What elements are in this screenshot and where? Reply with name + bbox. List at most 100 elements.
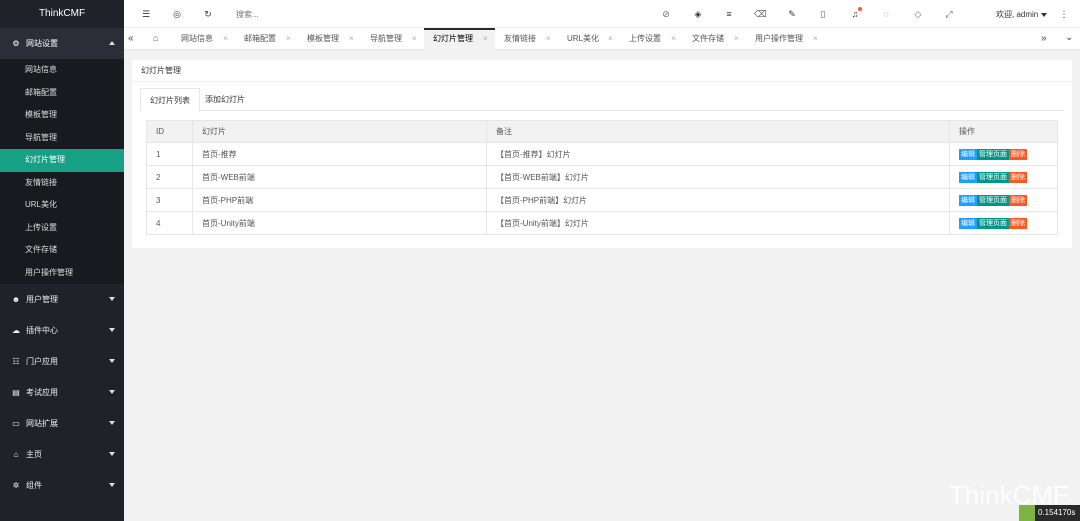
table-row: 4 首页-Unity前端 【首页-Unity前端】幻灯片 编辑 管理页面 删除 xyxy=(146,211,1058,235)
sidebar-item-nav[interactable]: 导航管理 xyxy=(0,127,124,150)
refresh-icon[interactable]: ↻ xyxy=(202,8,214,20)
desktop-icon: ▭ xyxy=(12,419,20,428)
tab-storage[interactable]: 文件存储 × xyxy=(683,28,746,50)
edit-button[interactable]: 编辑 xyxy=(959,171,977,183)
slides-table: ID 幻灯片 备注 操作 1 首页-推荐 【首页-推荐】幻灯片 编辑 管理页面 删除… xyxy=(146,120,1058,235)
sidebar-item-mail-config[interactable]: 邮箱配置 xyxy=(0,82,124,105)
tab-label: 用户操作管理 xyxy=(755,34,803,43)
list-icon[interactable]: ≡ xyxy=(723,8,735,20)
table-row: 1 首页-推荐 【首页-推荐】幻灯片 编辑 管理页面 删除 xyxy=(146,142,1058,166)
close-icon[interactable]: × xyxy=(483,28,488,50)
close-icon[interactable]: × xyxy=(734,28,739,50)
clear-cache-icon[interactable]: ⊘ xyxy=(660,8,672,20)
more-icon[interactable]: ⋮ xyxy=(1058,8,1070,20)
tab-url[interactable]: URL美化 × xyxy=(558,28,620,50)
column-header: ID xyxy=(146,120,193,143)
tab-label: 导航管理 xyxy=(370,34,402,43)
trash-icon[interactable]: ⌫ xyxy=(754,8,767,20)
tab-user-actions[interactable]: 用户操作管理 × xyxy=(746,28,824,50)
tab-label: 邮箱配置 xyxy=(244,34,276,43)
chevron-down-icon[interactable]: ⌄ xyxy=(1065,32,1073,43)
close-icon[interactable]: × xyxy=(671,28,676,50)
double-chevron-left-icon[interactable]: « xyxy=(128,33,134,44)
debug-timer[interactable]: 0.154170s xyxy=(1019,505,1080,521)
close-icon[interactable]: × xyxy=(349,28,354,50)
chevron-down-icon xyxy=(1041,12,1048,17)
cell-actions: 编辑 管理页面 删除 xyxy=(949,211,1058,235)
sidebar-group-components[interactable]: ✲ 组件 xyxy=(0,470,124,501)
chat-icon[interactable]: ◌ xyxy=(880,8,892,20)
pencil-icon[interactable]: ✎ xyxy=(786,8,798,20)
tab-site-info[interactable]: 网站信息 × xyxy=(172,28,235,50)
tab-slides[interactable]: 幻灯片管理 × xyxy=(424,28,495,50)
bell-icon[interactable]: ♫ xyxy=(849,7,862,20)
close-icon[interactable]: × xyxy=(223,28,228,50)
cell-id: 2 xyxy=(146,165,193,189)
column-header: 幻灯片 xyxy=(192,120,487,143)
sidebar-item-user-actions[interactable]: 用户操作管理 xyxy=(0,262,124,285)
sidebar-group-extensions[interactable]: ▭ 网站扩展 xyxy=(0,408,124,439)
close-icon[interactable]: × xyxy=(608,28,613,50)
search-input[interactable] xyxy=(236,7,396,21)
sidebar-item-template[interactable]: 模板管理 xyxy=(0,104,124,127)
cell-id: 3 xyxy=(146,188,193,212)
edit-button[interactable]: 编辑 xyxy=(959,148,977,160)
sidebar-item-url[interactable]: URL美化 xyxy=(0,194,124,217)
sidebar-group-site-settings[interactable]: ⚙ 网站设置 xyxy=(0,28,124,59)
close-icon[interactable]: × xyxy=(286,28,291,50)
sidebar-group-plugins[interactable]: ☁ 插件中心 xyxy=(0,315,124,346)
sidebar-item-upload[interactable]: 上传设置 xyxy=(0,217,124,240)
chevron-down-icon xyxy=(109,390,115,394)
delete-button[interactable]: 删除 xyxy=(1009,148,1027,160)
tab-upload[interactable]: 上传设置 × xyxy=(620,28,683,50)
sidebar-group-home[interactable]: ⌂ 主页 xyxy=(0,439,124,470)
tab-slide-list[interactable]: 幻灯片列表 xyxy=(140,88,200,112)
sidebar-item-slides[interactable]: 幻灯片管理 xyxy=(0,149,124,172)
brand-logo[interactable]: ThinkCMF xyxy=(0,0,124,28)
manage-page-button[interactable]: 管理页面 xyxy=(977,217,1009,229)
close-icon[interactable]: × xyxy=(546,28,551,50)
tab-label: 网站信息 xyxy=(181,34,213,43)
edit-button[interactable]: 编辑 xyxy=(959,217,977,229)
table-row: 3 首页-PHP前端 【首页-PHP前端】幻灯片 编辑 管理页面 删除 xyxy=(146,188,1058,212)
sidebar-group-label: 网站设置 xyxy=(26,39,58,48)
tab-add-slide[interactable]: 添加幻灯片 xyxy=(196,88,254,111)
close-icon[interactable]: × xyxy=(813,28,818,50)
tab-label: 上传设置 xyxy=(629,34,661,43)
manage-page-button[interactable]: 管理页面 xyxy=(977,194,1009,206)
tab-template[interactable]: 模板管理 × xyxy=(298,28,361,50)
tab-nav[interactable]: 导航管理 × xyxy=(361,28,424,50)
tab-label: 幻灯片管理 xyxy=(433,34,473,43)
globe-icon[interactable]: ◎ xyxy=(171,8,183,20)
tab-mail-config[interactable]: 邮箱配置 × xyxy=(235,28,298,50)
double-chevron-right-icon[interactable]: » xyxy=(1041,33,1047,44)
user-menu[interactable]: 欢迎, admin xyxy=(996,9,1048,20)
sidebar-item-site-info[interactable]: 网站信息 xyxy=(0,59,124,82)
menu-toggle-icon[interactable]: ☰ xyxy=(140,8,152,20)
edit-button[interactable]: 编辑 xyxy=(959,194,977,206)
sidebar: ThinkCMF ⚙ 网站设置 网站信息 邮箱配置 模板管理 导航管理 幻灯片管… xyxy=(0,0,124,521)
document-icon[interactable]: ▯ xyxy=(817,8,829,20)
tab-label: 友情链接 xyxy=(504,34,536,43)
sidebar-group-exam[interactable]: ▤ 考试应用 xyxy=(0,377,124,408)
subtabs: 幻灯片列表 添加幻灯片 xyxy=(140,88,1064,112)
close-icon[interactable]: × xyxy=(412,28,417,50)
sidebar-group-users[interactable]: ☻ 用户管理 xyxy=(0,284,124,315)
home-tab-icon[interactable]: ⌂ xyxy=(153,33,158,43)
file-icon: ▤ xyxy=(12,388,20,397)
manage-page-button[interactable]: 管理页面 xyxy=(977,171,1009,183)
fullscreen-icon[interactable]: ⤢ xyxy=(943,8,955,20)
delete-button[interactable]: 删除 xyxy=(1009,217,1027,229)
manage-page-button[interactable]: 管理页面 xyxy=(977,148,1009,160)
column-header: 操作 xyxy=(949,120,1058,143)
sidebar-group-portal[interactable]: ☷ 门户应用 xyxy=(0,346,124,377)
delete-button[interactable]: 删除 xyxy=(1009,171,1027,183)
tab-links[interactable]: 友情链接 × xyxy=(495,28,558,50)
delete-button[interactable]: 删除 xyxy=(1009,194,1027,206)
sidebar-item-storage[interactable]: 文件存储 xyxy=(0,239,124,262)
chevron-down-icon xyxy=(109,452,115,456)
cell-remark: 【首页-WEB前端】幻灯片 xyxy=(486,165,950,189)
tag-icon[interactable]: ◇ xyxy=(912,8,924,20)
sidebar-item-links[interactable]: 友情链接 xyxy=(0,172,124,195)
layers-icon[interactable]: ◈ xyxy=(692,8,704,20)
